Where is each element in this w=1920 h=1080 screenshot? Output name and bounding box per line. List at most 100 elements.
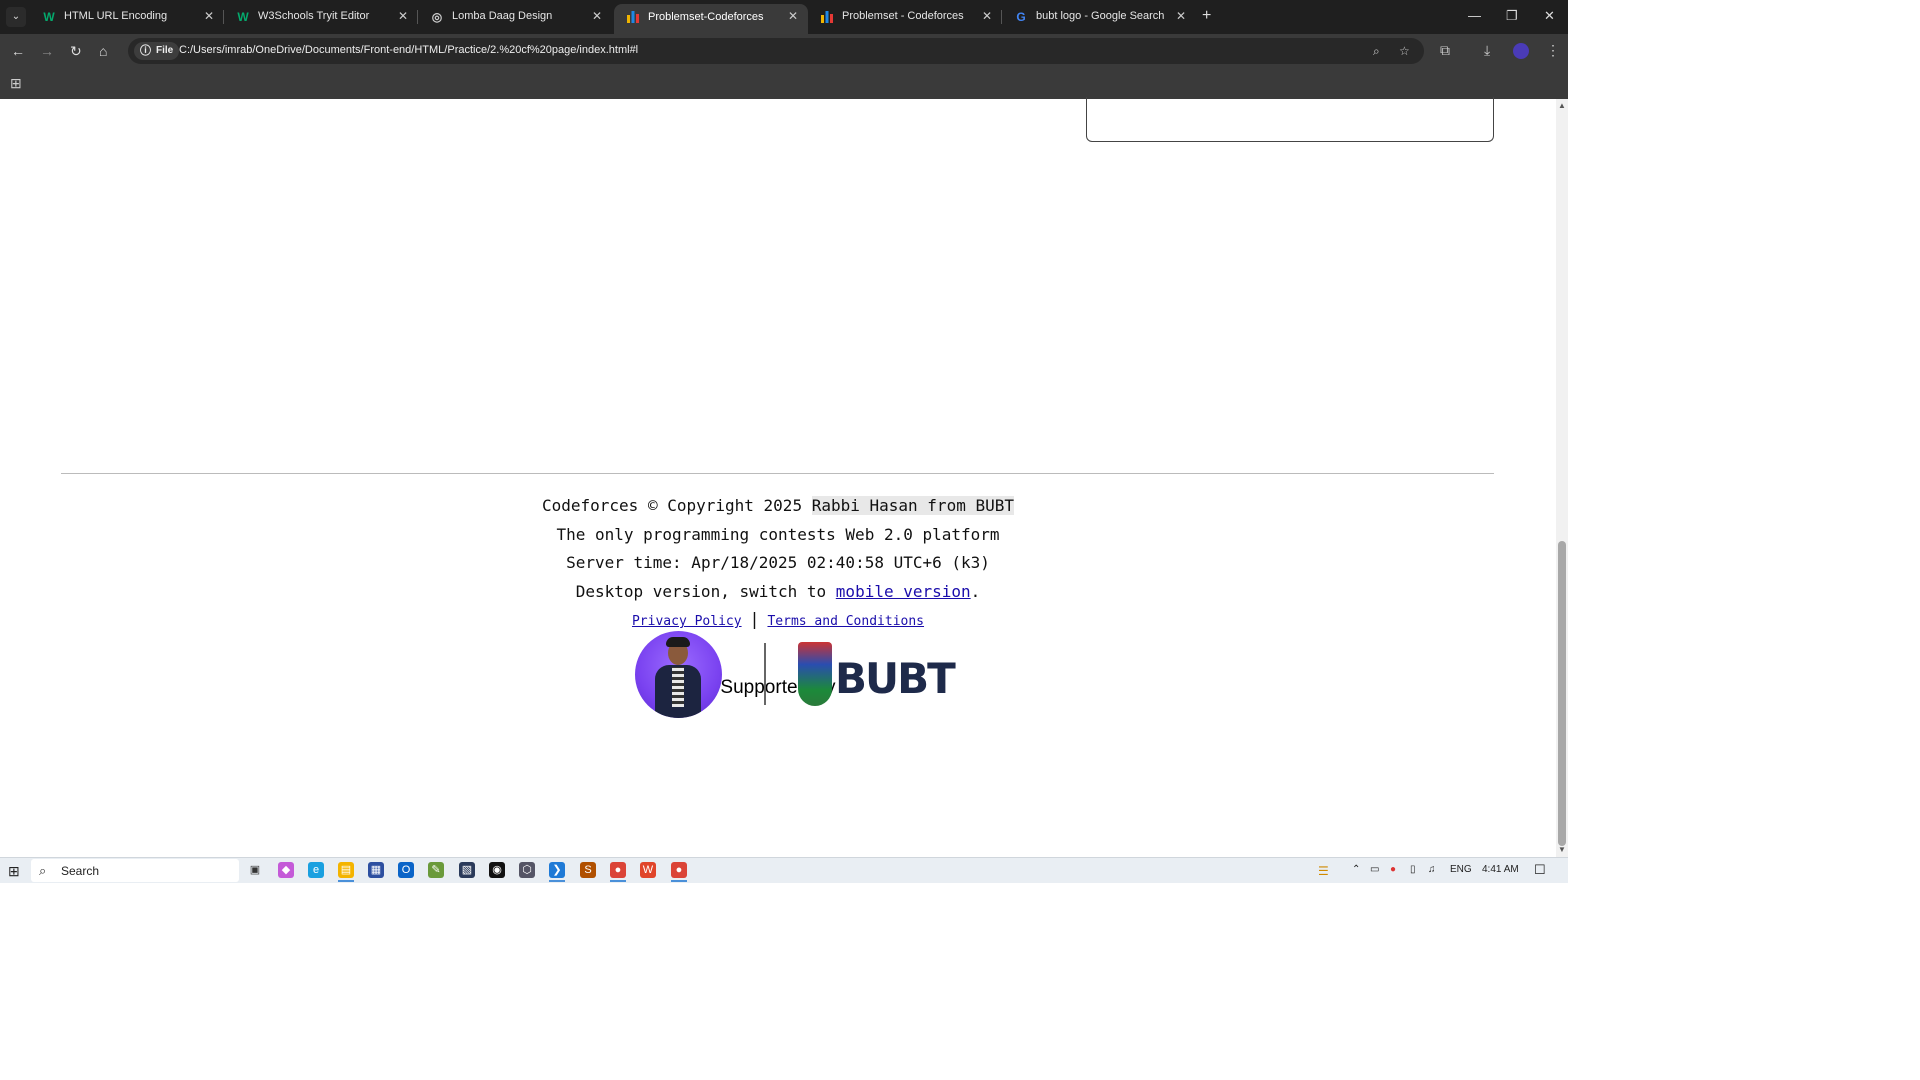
tab-title: Lomba Daag Design [452, 10, 553, 22]
w3schools-icon: W [43, 10, 55, 24]
google-icon: G [1016, 10, 1026, 24]
scroll-up-icon[interactable]: ▲ [1558, 101, 1566, 110]
clock[interactable]: 4:41 AM [1482, 864, 1519, 875]
language-indicator[interactable]: ENG [1450, 864, 1472, 875]
tab-title: Problemset - Codeforces [842, 10, 964, 22]
person-hair [666, 637, 690, 647]
reload-icon[interactable]: ↻ [70, 43, 82, 60]
download-icon[interactable]: ⤓ [1484, 42, 1490, 59]
network-icon[interactable]: ▭ [1370, 864, 1379, 875]
restore-icon[interactable]: ❐ [1506, 8, 1518, 24]
tab-strip: ⌄ W HTML URL Encoding ✕ W W3Schools Tryi… [0, 0, 1568, 34]
address-bar[interactable]: ⓘ File C:/Users/imrab/OneDrive/Documents… [128, 38, 1424, 64]
window-close-icon[interactable]: ✕ [1544, 8, 1555, 24]
tagline: The only programming contests Web 2.0 pl… [556, 524, 1000, 544]
chrome-profile-icon[interactable]: ● [671, 862, 687, 878]
search-icon: ⌕ [39, 863, 47, 878]
new-tab-icon[interactable]: + [1202, 7, 1211, 25]
weather-icon[interactable]: ☰ [1318, 864, 1329, 878]
copilot-icon[interactable]: ◆ [278, 862, 294, 878]
tab-bubt-logo-search[interactable]: G bubt logo - Google Search ✕ [1002, 0, 1196, 34]
battery-icon[interactable]: ▯ [1410, 864, 1416, 875]
sidebar-box-bottom [1086, 97, 1494, 142]
tab-w3schools-tryit[interactable]: W W3Schools Tryit Editor ✕ [224, 0, 418, 34]
url-text[interactable]: C:/Users/imrab/OneDrive/Documents/Front-… [179, 44, 638, 56]
windows-start-icon[interactable]: ⊞ [8, 863, 20, 880]
close-icon[interactable]: ✕ [788, 9, 798, 23]
chrome-icon[interactable]: ● [610, 862, 626, 878]
copyright-author: Rabbi Hasan from BUBT [811, 496, 1014, 515]
footer: Codeforces © Copyright 2025 Rabbi Hasan … [0, 492, 1556, 635]
tab-search-icon[interactable]: ⌄ [6, 7, 26, 27]
supported-by-heading: Supported By [720, 677, 836, 698]
link-separator: | [749, 610, 760, 630]
scroll-down-icon[interactable]: ▼ [1558, 845, 1566, 854]
bubt-crest-icon [798, 642, 832, 706]
privacy-policy-link[interactable]: Privacy Policy [632, 614, 742, 629]
notepad-icon[interactable]: ✎ [428, 862, 444, 878]
zoom-icon[interactable]: ⌕ [1373, 44, 1380, 59]
edge-icon[interactable]: e [308, 862, 324, 878]
vscode-icon[interactable]: ❯ [549, 862, 565, 878]
info-icon: ⓘ [140, 45, 151, 57]
page-scrollbar[interactable]: ▲ ▼ [1556, 99, 1568, 857]
home-icon[interactable]: ⌂ [99, 43, 107, 59]
windows-taskbar: ⊞ ⌕ Search ▣ ◆ e ▤ ▦ O ✎ ▧ ◉ ⬡ ❯ S ● W ●… [0, 857, 1568, 883]
back-icon[interactable]: ← [11, 43, 25, 59]
tab-problemset-codeforces[interactable]: Problemset - Codeforces ✕ [808, 0, 1002, 34]
apps-grid-icon[interactable]: ⊞ [10, 75, 22, 92]
person-shirt [672, 667, 684, 707]
desktop-prefix: Desktop version, switch to [575, 581, 836, 601]
task-view-icon[interactable]: ▣ [247, 862, 263, 878]
close-icon[interactable]: ✕ [398, 9, 408, 23]
extensions-icon[interactable]: ⧉ [1440, 42, 1450, 59]
tray-app-icon[interactable]: ● [1390, 864, 1396, 875]
page-content: Codeforces © Copyright 2025 Rabbi Hasan … [0, 97, 1556, 857]
tab-html-url-encoding[interactable]: W HTML URL Encoding ✕ [30, 0, 224, 34]
taskbar-search[interactable]: ⌕ Search [31, 859, 239, 882]
volume-icon[interactable]: ♫ [1428, 864, 1436, 875]
tab-title: bubt logo - Google Search [1036, 10, 1165, 22]
site-info-chip[interactable]: ⓘ File [134, 42, 180, 60]
minimize-icon[interactable]: — [1468, 8, 1481, 23]
codeforces-icon [820, 10, 834, 24]
bookmarks-bar: ⊞ [0, 68, 1568, 99]
footer-divider [61, 473, 1494, 474]
bubt-logo: BUBT [798, 640, 956, 712]
logo-divider [764, 643, 766, 705]
file-explorer-icon[interactable]: ▤ [338, 862, 354, 878]
app-icon[interactable]: W [640, 862, 656, 878]
desktop-suffix: . [970, 581, 981, 601]
menu-kebab-icon[interactable]: ⋮ [1546, 42, 1560, 59]
app-icon[interactable]: ▧ [459, 862, 475, 878]
tab-problemset-codeforces-active[interactable]: Problemset-Codeforces ✕ [614, 4, 808, 34]
tab-title: HTML URL Encoding [64, 10, 168, 22]
running-indicator [610, 880, 626, 882]
chevron-up-icon[interactable]: ⌃ [1352, 864, 1360, 875]
profile-avatar-icon[interactable] [1513, 43, 1529, 59]
copyright-line: Codeforces © Copyright 2025 Rabbi Hasan … [0, 492, 1556, 521]
tab-lomba-daag[interactable]: ◎ Lomba Daag Design ✕ [418, 0, 612, 34]
notifications-icon[interactable]: ☐ [1534, 862, 1546, 878]
close-icon[interactable]: ✕ [982, 9, 992, 23]
mobile-version-link[interactable]: mobile version [836, 582, 971, 601]
store-icon[interactable]: ▦ [368, 862, 384, 878]
terms-link[interactable]: Terms and Conditions [767, 614, 924, 629]
forward-icon[interactable]: → [40, 43, 54, 59]
legal-links: Privacy Policy | Terms and Conditions [0, 606, 1556, 635]
close-icon[interactable]: ✕ [1176, 9, 1186, 23]
w3schools-icon: W [237, 10, 249, 24]
close-icon[interactable]: ✕ [204, 9, 214, 23]
supporter-photo [635, 631, 722, 718]
running-indicator [338, 880, 354, 882]
outlook-icon[interactable]: O [398, 862, 414, 878]
bookmark-star-icon[interactable]: ☆ [1399, 44, 1410, 58]
running-indicator [671, 880, 687, 882]
figma-icon[interactable]: ◉ [489, 862, 505, 878]
app-icon[interactable]: ⬡ [519, 862, 535, 878]
tab-title: W3Schools Tryit Editor [258, 10, 370, 22]
sublime-icon[interactable]: S [580, 862, 596, 878]
tab-title: Problemset-Codeforces [648, 11, 764, 23]
scroll-thumb[interactable] [1558, 541, 1566, 846]
close-icon[interactable]: ✕ [592, 9, 602, 23]
